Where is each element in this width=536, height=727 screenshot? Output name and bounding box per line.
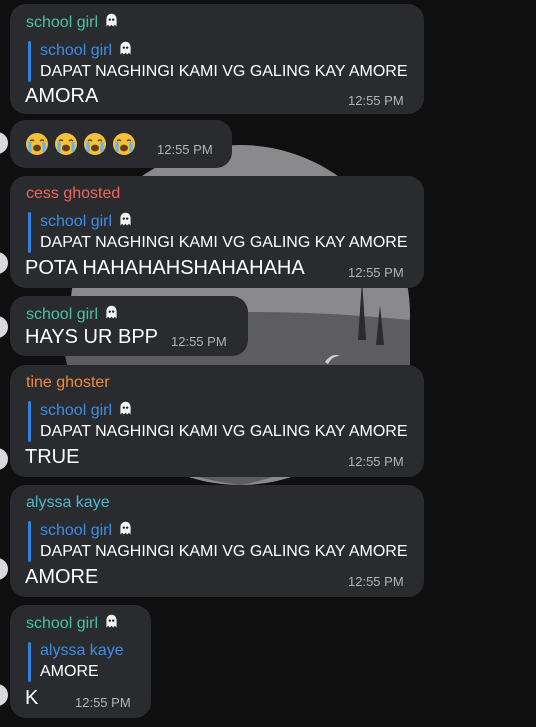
- reply-sender-text: school girl: [40, 522, 113, 539]
- sender-name[interactable]: school girl: [26, 304, 232, 324]
- reply-text: DAPAT NAGHINGI KAMI VG GALING KAY AMORE: [40, 63, 408, 80]
- reply-quote[interactable]: alyssa kaye AMORE: [26, 641, 135, 683]
- message-time: 12:55 PM: [348, 454, 404, 469]
- loudly-crying-face-icon: [113, 133, 135, 155]
- sender-name-text: school girl: [26, 615, 99, 632]
- message-text: K: [25, 687, 39, 709]
- reply-bar: [28, 521, 31, 562]
- sender-name[interactable]: school girl: [26, 613, 135, 633]
- loudly-crying-face-icon: [84, 133, 106, 155]
- reply-sender: school girl: [40, 211, 408, 232]
- ghost-icon: [106, 305, 117, 319]
- sender-name[interactable]: tine ghoster: [26, 373, 408, 392]
- reply-quote[interactable]: school girl DAPAT NAGHINGI KAMI VG GALIN…: [26, 40, 408, 83]
- reply-sender-text: school girl: [40, 402, 113, 419]
- message-time: 12:55 PM: [348, 574, 404, 589]
- ghost-icon: [120, 521, 131, 535]
- ghost-icon: [120, 41, 131, 55]
- reply-text: DAPAT NAGHINGI KAMI VG GALING KAY AMORE: [40, 543, 408, 560]
- reply-sender: school girl: [40, 400, 408, 421]
- message-time: 12:55 PM: [157, 142, 213, 157]
- message-text: TRUE: [25, 446, 80, 468]
- message-time: 12:55 PM: [171, 334, 227, 349]
- reply-bar: [28, 401, 31, 442]
- reply-sender: alyssa kaye: [40, 642, 124, 659]
- message-bubble[interactable]: tine ghoster school girl DAPAT NAGHINGI …: [10, 365, 424, 477]
- message-text: HAYS UR BPP: [25, 326, 158, 348]
- reply-sender-text: school girl: [40, 42, 113, 59]
- reply-sender: school girl: [40, 40, 408, 61]
- message-bubble[interactable]: school girl alyssa kaye AMORE K 12:55 PM: [10, 605, 151, 718]
- message-bubble[interactable]: school girl school girl DAPAT NAGHINGI K…: [10, 4, 424, 114]
- reply-bar: [28, 212, 31, 253]
- message-text: AMORA: [25, 85, 99, 107]
- sender-name-text: school girl: [26, 14, 99, 31]
- reply-bar: [28, 642, 31, 682]
- sender-name[interactable]: school girl: [26, 12, 408, 32]
- message-time: 12:55 PM: [348, 265, 404, 280]
- reply-quote[interactable]: school girl DAPAT NAGHINGI KAMI VG GALIN…: [26, 400, 408, 443]
- ghost-icon: [120, 401, 131, 415]
- sender-name[interactable]: cess ghosted: [26, 184, 408, 203]
- message-bubble[interactable]: cess ghosted school girl DAPAT NAGHINGI …: [10, 176, 424, 288]
- ghost-icon: [106, 614, 117, 628]
- sender-name[interactable]: alyssa kaye: [26, 493, 408, 512]
- message-bubble[interactable]: school girl HAYS UR BPP 12:55 PM: [10, 296, 248, 356]
- ghost-icon: [106, 13, 117, 27]
- reply-sender: school girl: [40, 520, 408, 541]
- sender-name-text: school girl: [26, 306, 99, 323]
- message-time: 12:55 PM: [348, 93, 404, 108]
- loudly-crying-face-icon: [55, 133, 77, 155]
- reply-text: AMORE: [40, 663, 99, 680]
- message-bubble[interactable]: alyssa kaye school girl DAPAT NAGHINGI K…: [10, 485, 424, 597]
- message-text: POTA HAHAHAHSHAHAHAHA: [25, 257, 305, 279]
- message-time: 12:55 PM: [75, 695, 131, 710]
- message-text: AMORE: [25, 566, 99, 588]
- reply-text: DAPAT NAGHINGI KAMI VG GALING KAY AMORE: [40, 423, 408, 440]
- reply-quote[interactable]: school girl DAPAT NAGHINGI KAMI VG GALIN…: [26, 520, 408, 563]
- reply-quote[interactable]: school girl DAPAT NAGHINGI KAMI VG GALIN…: [26, 211, 408, 254]
- ghost-icon: [120, 212, 131, 226]
- reply-text: DAPAT NAGHINGI KAMI VG GALING KAY AMORE: [40, 234, 408, 251]
- emoji-row: [25, 132, 141, 157]
- loudly-crying-face-icon: [26, 133, 48, 155]
- reply-bar: [28, 41, 31, 82]
- reply-sender-text: school girl: [40, 213, 113, 230]
- message-bubble[interactable]: 12:55 PM: [10, 120, 232, 168]
